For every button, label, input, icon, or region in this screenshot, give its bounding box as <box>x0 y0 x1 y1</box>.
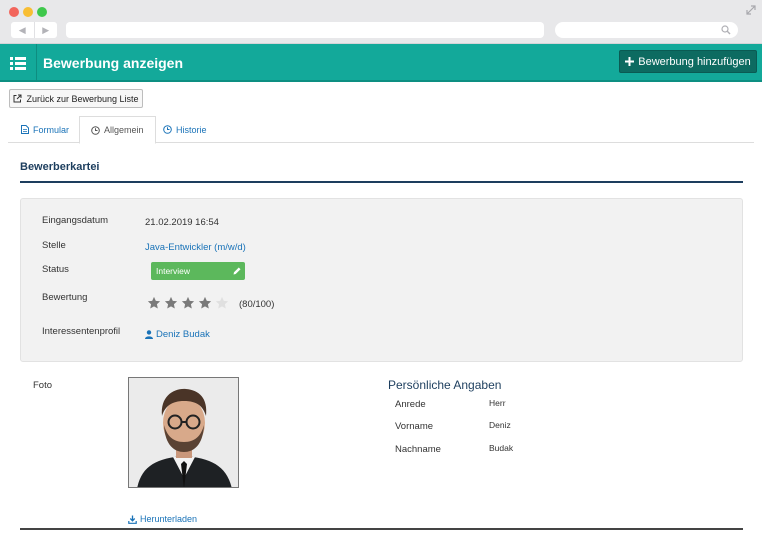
back-to-list-label: Zurück zur Bewerbung Liste <box>26 93 139 104</box>
bottom-divider <box>20 528 743 530</box>
browser-chrome: ◀ ▶ <box>0 0 762 44</box>
star-filled-icon <box>198 296 212 309</box>
star-filled-icon <box>181 296 195 309</box>
download-link[interactable]: Herunterladen <box>128 514 197 524</box>
maximize-window-icon[interactable] <box>37 7 47 17</box>
tab-allgemein[interactable]: Allgemein <box>79 116 156 144</box>
nachname-value: Budak <box>489 443 514 453</box>
minimize-window-icon[interactable] <box>23 7 33 17</box>
eingangsdatum-label: Eingangsdatum <box>42 215 109 226</box>
star-filled-icon <box>147 296 161 309</box>
nachname-label: Nachname <box>395 444 441 455</box>
rating-stars <box>147 296 229 310</box>
status-label: Status <box>42 264 69 275</box>
star-filled-icon <box>164 296 178 309</box>
profil-link[interactable]: Deniz Budak <box>145 329 210 340</box>
tab-formular[interactable]: Formular <box>10 116 80 143</box>
anrede-label: Anrede <box>395 399 426 410</box>
browser-search-bar[interactable] <box>555 22 738 38</box>
personal-data-title: Persönliche Angaben <box>388 378 502 392</box>
document-icon <box>21 125 29 134</box>
user-icon <box>145 330 153 339</box>
stelle-link[interactable]: Java-Entwickler (m/w/d) <box>145 242 246 253</box>
download-icon <box>128 515 137 524</box>
section-divider <box>20 181 743 183</box>
applicant-photo <box>128 377 239 488</box>
app-header: Bewerbung anzeigen Bewerbung hinzufügen <box>0 44 762 82</box>
fullscreen-icon[interactable] <box>746 5 756 15</box>
applicant-info-panel: Eingangsdatum 21.02.2019 16:54 Stelle Ja… <box>20 198 743 362</box>
pencil-icon[interactable] <box>232 266 242 276</box>
profil-name: Deniz Budak <box>156 329 210 340</box>
tab-allgemein-label: Allgemein <box>104 125 144 135</box>
foto-label: Foto <box>33 380 53 391</box>
vorname-label: Vorname <box>395 421 434 432</box>
star-empty-icon <box>215 296 229 309</box>
tab-historie-label: Historie <box>176 124 207 135</box>
stelle-label: Stelle <box>42 240 66 251</box>
section-title: Bewerberkartei <box>20 161 100 173</box>
tab-bar: Formular Allgemein Historie <box>8 116 754 144</box>
rating-value: (80/100) <box>239 299 275 310</box>
status-badge[interactable]: Interview <box>151 262 245 280</box>
anrede-value: Herr <box>489 398 506 408</box>
person-portrait-icon <box>129 378 238 487</box>
add-application-button[interactable]: Bewerbung hinzufügen <box>619 50 757 73</box>
tab-formular-label: Formular <box>33 124 70 135</box>
browser-nav-buttons: ◀ ▶ <box>11 22 57 38</box>
vorname-value: Deniz <box>489 420 511 430</box>
close-window-icon[interactable] <box>9 7 19 17</box>
external-link-icon <box>13 94 22 103</box>
page-title: Bewerbung anzeigen <box>43 55 184 71</box>
history-icon <box>163 125 172 134</box>
tab-historie[interactable]: Historie <box>152 116 218 143</box>
list-icon <box>10 56 26 70</box>
clock-icon <box>91 125 100 135</box>
status-value: Interview <box>156 266 191 276</box>
forward-arrow-icon[interactable]: ▶ <box>35 22 58 38</box>
add-application-label: Bewerbung hinzufügen <box>638 55 751 68</box>
back-arrow-icon[interactable]: ◀ <box>11 22 35 38</box>
url-bar[interactable] <box>66 22 544 38</box>
menu-button[interactable] <box>0 44 37 82</box>
eingangsdatum-value: 21.02.2019 16:54 <box>145 217 219 228</box>
download-label: Herunterladen <box>140 514 198 524</box>
search-icon <box>721 25 731 35</box>
plus-icon <box>625 57 635 66</box>
profil-label: Interessentenprofil <box>42 326 121 337</box>
back-to-list-button[interactable]: Zurück zur Bewerbung Liste <box>9 89 143 108</box>
bewertung-label: Bewertung <box>42 292 88 303</box>
